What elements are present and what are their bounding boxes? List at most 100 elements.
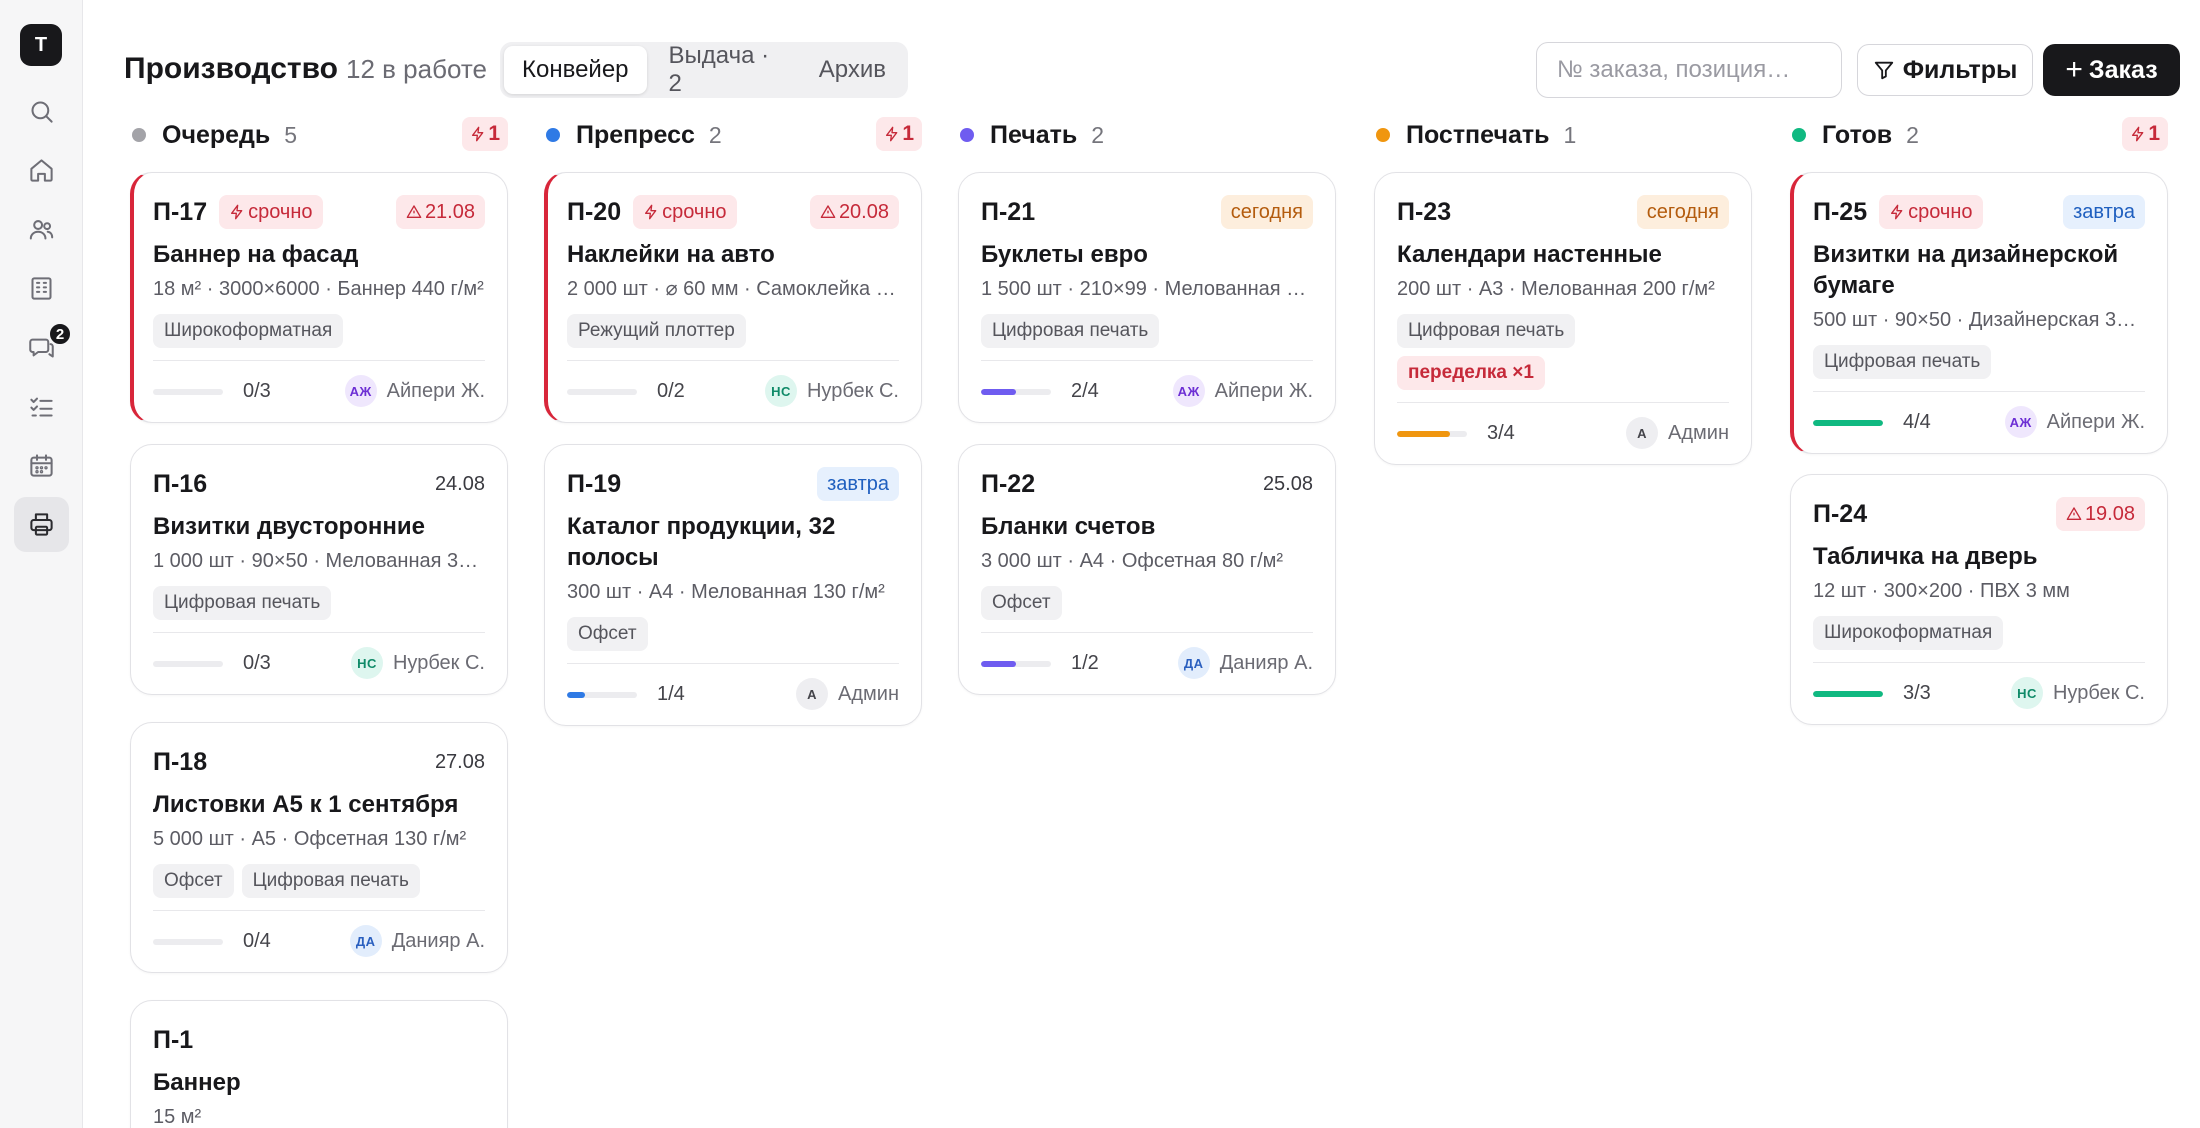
order-title: Листовки А5 к 1 сентября	[153, 791, 459, 818]
filters-button[interactable]: Фильтры	[1857, 44, 2033, 96]
tab-delivery[interactable]: Выдача · 2	[651, 42, 797, 97]
avatar: АЖ	[344, 375, 377, 407]
warning-icon	[406, 205, 422, 218]
workspace-logo[interactable]: T	[20, 24, 62, 66]
process-chip: Цифровая печать	[153, 586, 332, 620]
assignee: ДА Данияр А.	[1177, 647, 1313, 679]
search-icon[interactable]	[14, 84, 69, 139]
order-card[interactable]: П-17 срочно 21.08 Баннер на фасад 18 м² …	[130, 172, 508, 423]
column-count: 2	[1906, 121, 1919, 148]
process-chip: Офсет	[567, 617, 648, 651]
order-id: П-1	[153, 1025, 194, 1054]
avatar: А	[796, 678, 829, 710]
urgent-tag: срочно	[219, 195, 323, 229]
order-title: Бланки счетов	[981, 513, 1156, 540]
warning-icon	[820, 205, 836, 218]
process-chip: Цифровая печать	[981, 314, 1160, 348]
assignee-name: Данияр А.	[391, 929, 485, 952]
due-date: 20.08	[838, 200, 889, 223]
calendar-icon[interactable]	[14, 438, 69, 493]
search-input[interactable]	[1536, 42, 1842, 98]
assignee: ДА Данияр А.	[349, 925, 485, 957]
page-title: Производство	[124, 52, 338, 85]
order-card[interactable]: П-22 25.08 Бланки счетов 3 000 шт · А4 ·…	[958, 444, 1336, 695]
column-header: Очередь 5 1	[130, 112, 508, 158]
column-count: 2	[708, 121, 722, 148]
assignee: А Админ	[1626, 417, 1729, 449]
building-icon[interactable]	[14, 261, 69, 316]
order-title: Буклеты евро	[981, 241, 1148, 268]
lightning-icon	[886, 126, 898, 142]
order-card[interactable]: П-18 27.08 Листовки А5 к 1 сентября 5 00…	[130, 722, 508, 973]
urgent-count-badge: 1	[876, 117, 922, 151]
order-card[interactable]: П-19 завтра Каталог продукции, 32 полосы…	[544, 444, 922, 726]
order-title: Каталог продукции, 32 полосы	[567, 513, 836, 571]
work-count: 12 в работе	[346, 54, 487, 84]
add-order-button[interactable]: + Заказ	[2043, 44, 2180, 96]
progress-text: 0/3	[243, 380, 271, 402]
status-dot	[1376, 128, 1390, 142]
progress-text: 1/2	[1071, 652, 1099, 674]
order-card[interactable]: П-21 сегодня Буклеты евро 1 500 шт · 210…	[958, 172, 1336, 423]
tab-archive[interactable]: Архив	[801, 46, 904, 94]
process-chip: Широкоформатная	[153, 314, 344, 348]
urgent-tag-label: срочно	[662, 200, 727, 223]
order-id: П-22	[981, 469, 1036, 498]
progress-bar	[153, 938, 223, 945]
assignee-name: Айпери Ж.	[2046, 410, 2145, 433]
avatar: А	[1626, 417, 1659, 449]
redo-badge: переделка ×1	[1397, 356, 1545, 390]
order-title: Календари настенные	[1397, 241, 1662, 268]
printer-icon[interactable]	[14, 497, 69, 552]
urgent-count-badge: 1	[462, 117, 508, 151]
order-meta: 5 000 шт · А5 · Офсетная 130 г/м²	[153, 828, 467, 850]
order-title: Баннер на фасад	[153, 241, 359, 268]
avatar: НС	[764, 375, 797, 407]
order-card[interactable]: П-20 срочно 20.08 Наклейки на авто 2 000…	[544, 172, 922, 423]
order-title: Баннер	[153, 1069, 241, 1096]
lightning-icon	[1891, 204, 1903, 220]
order-id: П-23	[1397, 197, 1452, 226]
home-icon[interactable]	[14, 143, 69, 198]
order-card[interactable]: П-1 Баннер 15 м²	[130, 1000, 508, 1128]
column-title: Постпечать	[1406, 120, 1550, 149]
column-title: Готов	[1822, 120, 1893, 149]
order-card[interactable]: П-16 24.08 Визитки двусторонние 1 000 шт…	[130, 444, 508, 695]
urgent-count-badge: 1	[2122, 117, 2168, 151]
assignee: АЖ Айпери Ж.	[1172, 375, 1313, 407]
due-date: 19.08	[2084, 502, 2135, 525]
column-prepress: Препресс 2 1 П-20 срочно 20.08 Наклейки …	[544, 112, 922, 726]
progress-bar	[981, 388, 1051, 395]
urgent-tag: срочно	[1879, 195, 1983, 229]
checklist-icon[interactable]	[14, 379, 69, 434]
column-postprint: Постпечать 1 П-23 сегодня Календари наст…	[1374, 112, 1752, 465]
assignee: АЖ Айпери Ж.	[2004, 406, 2145, 438]
assignee-name: Нурбек С.	[392, 651, 485, 674]
assignee-name: Админ	[838, 682, 899, 705]
order-card[interactable]: П-25 срочно завтра Визитки на дизайнерск…	[1790, 172, 2168, 454]
avatar: НС	[350, 647, 383, 679]
progress-text: 3/3	[1903, 682, 1931, 704]
order-meta: 1 500 шт · 210×99 · Мелованная 170 г/м²	[981, 278, 1313, 300]
due-date: 24.08	[434, 473, 485, 495]
plus-icon: +	[2065, 53, 2083, 86]
assignee: НС Нурбек С.	[764, 375, 899, 407]
progress-bar	[1813, 690, 1883, 697]
order-card[interactable]: П-24 19.08 Табличка на дверь 12 шт · 300…	[1790, 474, 2168, 725]
users-icon[interactable]	[14, 202, 69, 257]
column-title: Печать	[990, 120, 1078, 149]
assignee: НС Нурбек С.	[350, 647, 485, 679]
chat-icon[interactable]: 2	[14, 320, 72, 375]
order-card[interactable]: П-23 сегодня Календари настенные 200 шт …	[1374, 172, 1752, 465]
order-meta: 300 шт · А4 · Мелованная 130 г/м²	[567, 581, 885, 603]
due-date-overdue: 20.08	[809, 195, 899, 229]
column-title: Препресс	[576, 120, 695, 149]
filter-icon	[1874, 61, 1893, 80]
order-title: Табличка на дверь	[1813, 543, 2038, 570]
column-count: 2	[1091, 121, 1105, 148]
progress-bar	[567, 388, 637, 395]
tab-conveyor[interactable]: Конвейер	[504, 46, 647, 94]
order-id: П-24	[1813, 499, 1868, 528]
assignee-name: Нурбек С.	[806, 379, 899, 402]
status-dot	[1792, 128, 1806, 142]
